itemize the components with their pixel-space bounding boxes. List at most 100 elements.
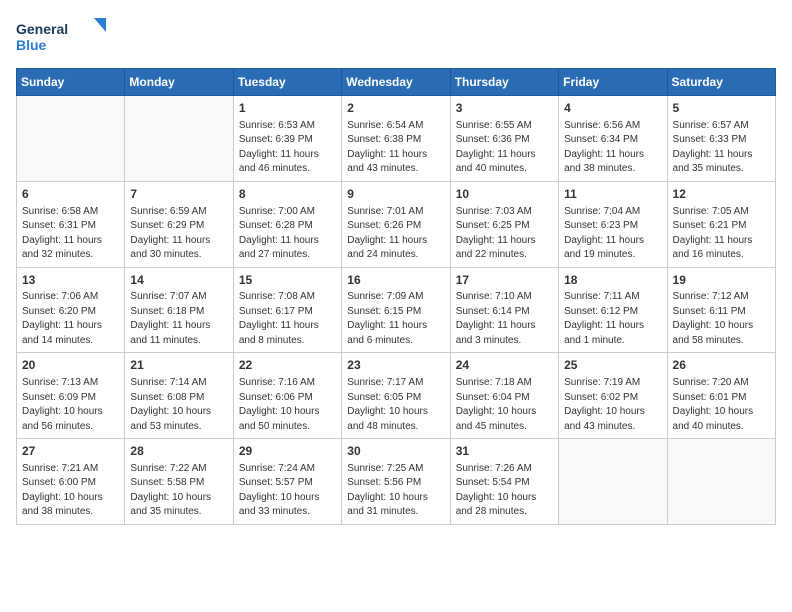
calendar-cell: 29Sunrise: 7:24 AMSunset: 5:57 PMDayligh…: [233, 439, 341, 525]
logo-svg: General Blue: [16, 16, 106, 56]
day-number: 23: [347, 357, 444, 374]
cell-content: Sunrise: 6:56 AMSunset: 6:34 PMDaylight:…: [564, 119, 661, 177]
calendar-cell: 30 Sunrise: 7:25 AMSunset: 5:56 PMDayligh…: [342, 439, 450, 525]
col-header-thursday: Thursday: [450, 69, 558, 96]
day-number: 24: [456, 357, 553, 374]
cell-content: Sunrise: 6:58 AMSunset: 6:31 PMDaylight:…: [22, 205, 119, 263]
calendar-cell: 14Sunrise: 7:07 AMSunset: 6:18 PMDayligh…: [125, 267, 233, 353]
calendar-cell: 5Sunrise: 6:57 AMSunset: 6:33 PMDaylight…: [667, 96, 775, 182]
day-number: 7: [130, 186, 227, 203]
logo: General Blue: [16, 16, 106, 56]
cell-content: Sunrise: 7:11 AMSunset: 6:12 PMDaylight:…: [564, 290, 661, 348]
cell-content: Sunrise: 7:08 AMSunset: 6:17 PMDaylight:…: [239, 290, 336, 348]
cell-content: Sunrise: 7:17 AMSunset: 6:05 PMDaylight:…: [347, 376, 444, 434]
day-number: 11: [564, 186, 661, 203]
calendar-week-row: 13Sunrise: 7:06 AMSunset: 6:20 PMDayligh…: [17, 267, 776, 353]
calendar-table: SundayMondayTuesdayWednesdayThursdayFrid…: [16, 68, 776, 525]
calendar-cell: 22 Sunrise: 7:16 AMSunset: 6:06 PMDayligh…: [233, 353, 341, 439]
calendar-cell: 17Sunrise: 7:10 AMSunset: 6:14 PMDayligh…: [450, 267, 558, 353]
col-header-tuesday: Tuesday: [233, 69, 341, 96]
cell-content: Sunrise: 7:26 AMSunset: 5:54 PMDaylight:…: [456, 462, 553, 520]
day-number: 2: [347, 100, 444, 117]
calendar-cell: [559, 439, 667, 525]
cell-content: Sunrise: 7:01 AMSunset: 6:26 PMDaylight:…: [347, 205, 444, 263]
day-number: 6: [22, 186, 119, 203]
day-number: 31: [456, 443, 553, 460]
calendar-cell: 28 Sunrise: 7:22 AMSunset: 5:58 PMDayligh…: [125, 439, 233, 525]
day-number: 17: [456, 272, 553, 289]
cell-content: Sunrise: 7:13 AMSunset: 6:09 PMDaylight:…: [22, 376, 119, 434]
day-number: 29: [239, 443, 336, 460]
day-number: 28: [130, 443, 227, 460]
calendar-cell: 10 Sunrise: 7:03 AMSunset: 6:25 PMDayligh…: [450, 181, 558, 267]
day-number: 5: [673, 100, 770, 117]
col-header-friday: Friday: [559, 69, 667, 96]
calendar-cell: 31 Sunrise: 7:26 AMSunset: 5:54 PMDayligh…: [450, 439, 558, 525]
calendar-cell: 7Sunrise: 6:59 AMSunset: 6:29 PMDaylight…: [125, 181, 233, 267]
cell-content: Sunrise: 6:53 AMSunset: 6:39 PMDaylight:…: [239, 119, 336, 177]
calendar-cell: 20Sunrise: 7:13 AMSunset: 6:09 PMDayligh…: [17, 353, 125, 439]
cell-content: Sunrise: 6:54 AMSunset: 6:38 PMDaylight:…: [347, 119, 444, 177]
cell-content: Sunrise: 7:09 AMSunset: 6:15 PMDaylight:…: [347, 290, 444, 348]
col-header-monday: Monday: [125, 69, 233, 96]
calendar-cell: 21 Sunrise: 7:14 AMSunset: 6:08 PMDayligh…: [125, 353, 233, 439]
day-number: 25: [564, 357, 661, 374]
calendar-cell: 9Sunrise: 7:01 AMSunset: 6:26 PMDaylight…: [342, 181, 450, 267]
cell-content: Sunrise: 7:21 AMSunset: 6:00 PMDaylight:…: [22, 462, 119, 520]
cell-content: Sunrise: 7:10 AMSunset: 6:14 PMDaylight:…: [456, 290, 553, 348]
cell-content: Sunrise: 7:16 AMSunset: 6:06 PMDaylight:…: [239, 376, 336, 434]
cell-content: Sunrise: 7:25 AMSunset: 5:56 PMDaylight:…: [347, 462, 444, 520]
calendar-week-row: 1 Sunrise: 6:53 AMSunset: 6:39 PMDaylight…: [17, 96, 776, 182]
cell-content: Sunrise: 7:07 AMSunset: 6:18 PMDaylight:…: [130, 290, 227, 348]
col-header-sunday: Sunday: [17, 69, 125, 96]
cell-content: Sunrise: 7:05 AMSunset: 6:21 PMDaylight:…: [673, 205, 770, 263]
svg-text:General: General: [16, 21, 68, 37]
calendar-cell: 27Sunrise: 7:21 AMSunset: 6:00 PMDayligh…: [17, 439, 125, 525]
day-number: 8: [239, 186, 336, 203]
calendar-cell: 1 Sunrise: 6:53 AMSunset: 6:39 PMDaylight…: [233, 96, 341, 182]
day-number: 19: [673, 272, 770, 289]
day-number: 21: [130, 357, 227, 374]
calendar-cell: 2 Sunrise: 6:54 AMSunset: 6:38 PMDaylight…: [342, 96, 450, 182]
day-number: 3: [456, 100, 553, 117]
cell-content: Sunrise: 7:04 AMSunset: 6:23 PMDaylight:…: [564, 205, 661, 263]
cell-content: Sunrise: 7:00 AMSunset: 6:28 PMDaylight:…: [239, 205, 336, 263]
calendar-cell: 15Sunrise: 7:08 AMSunset: 6:17 PMDayligh…: [233, 267, 341, 353]
day-number: 13: [22, 272, 119, 289]
day-number: 30: [347, 443, 444, 460]
calendar-week-row: 6 Sunrise: 6:58 AMSunset: 6:31 PMDaylight…: [17, 181, 776, 267]
day-number: 1: [239, 100, 336, 117]
day-number: 15: [239, 272, 336, 289]
calendar-header-row: SundayMondayTuesdayWednesdayThursdayFrid…: [17, 69, 776, 96]
cell-content: Sunrise: 7:18 AMSunset: 6:04 PMDaylight:…: [456, 376, 553, 434]
calendar-cell: 12 Sunrise: 7:05 AMSunset: 6:21 PMDayligh…: [667, 181, 775, 267]
cell-content: Sunrise: 7:19 AMSunset: 6:02 PMDaylight:…: [564, 376, 661, 434]
cell-content: Sunrise: 6:55 AMSunset: 6:36 PMDaylight:…: [456, 119, 553, 177]
cell-content: Sunrise: 7:14 AMSunset: 6:08 PMDaylight:…: [130, 376, 227, 434]
calendar-cell: 13Sunrise: 7:06 AMSunset: 6:20 PMDayligh…: [17, 267, 125, 353]
calendar-cell: 16Sunrise: 7:09 AMSunset: 6:15 PMDayligh…: [342, 267, 450, 353]
calendar-cell: [17, 96, 125, 182]
calendar-cell: 6 Sunrise: 6:58 AMSunset: 6:31 PMDaylight…: [17, 181, 125, 267]
day-number: 10: [456, 186, 553, 203]
col-header-wednesday: Wednesday: [342, 69, 450, 96]
calendar-cell: 18Sunrise: 7:11 AMSunset: 6:12 PMDayligh…: [559, 267, 667, 353]
day-number: 22: [239, 357, 336, 374]
calendar-cell: 25 Sunrise: 7:19 AMSunset: 6:02 PMDayligh…: [559, 353, 667, 439]
day-number: 18: [564, 272, 661, 289]
calendar-cell: 24 Sunrise: 7:18 AMSunset: 6:04 PMDayligh…: [450, 353, 558, 439]
day-number: 16: [347, 272, 444, 289]
cell-content: Sunrise: 7:03 AMSunset: 6:25 PMDaylight:…: [456, 205, 553, 263]
calendar-cell: [667, 439, 775, 525]
page-header: General Blue: [16, 16, 776, 56]
cell-content: Sunrise: 7:20 AMSunset: 6:01 PMDaylight:…: [673, 376, 770, 434]
day-number: 12: [673, 186, 770, 203]
calendar-cell: 26 Sunrise: 7:20 AMSunset: 6:01 PMDayligh…: [667, 353, 775, 439]
day-number: 26: [673, 357, 770, 374]
calendar-week-row: 20Sunrise: 7:13 AMSunset: 6:09 PMDayligh…: [17, 353, 776, 439]
day-number: 14: [130, 272, 227, 289]
calendar-cell: 3 Sunrise: 6:55 AMSunset: 6:36 PMDaylight…: [450, 96, 558, 182]
calendar-cell: 19Sunrise: 7:12 AMSunset: 6:11 PMDayligh…: [667, 267, 775, 353]
calendar-cell: 11 Sunrise: 7:04 AMSunset: 6:23 PMDayligh…: [559, 181, 667, 267]
cell-content: Sunrise: 7:22 AMSunset: 5:58 PMDaylight:…: [130, 462, 227, 520]
